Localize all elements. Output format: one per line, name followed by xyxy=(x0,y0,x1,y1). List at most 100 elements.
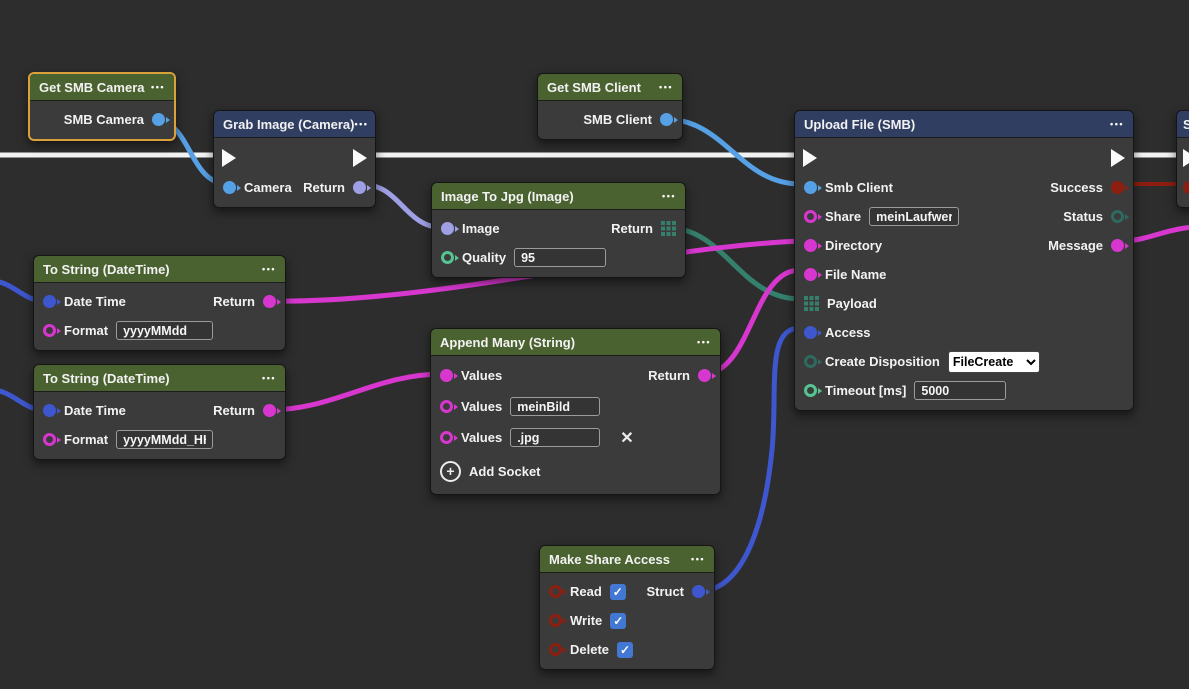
output-socket-struct[interactable] xyxy=(692,585,705,598)
ellipsis-menu-icon[interactable]: ••• xyxy=(355,119,369,129)
input-label-image: Image xyxy=(462,221,500,236)
input-socket-directory[interactable] xyxy=(804,239,817,252)
format-input[interactable] xyxy=(116,321,213,340)
input-socket-quality[interactable] xyxy=(441,251,454,264)
share-input[interactable] xyxy=(869,207,959,226)
node-header[interactable]: To String (DateTime) ••• xyxy=(34,256,285,283)
ellipsis-menu-icon[interactable]: ••• xyxy=(691,554,705,564)
ellipsis-menu-icon[interactable]: ••• xyxy=(151,82,165,92)
node-title: Make Share Access xyxy=(549,552,670,567)
input-socket-read[interactable] xyxy=(549,585,562,598)
input-label-payload: Payload xyxy=(827,296,877,311)
input-socket-delete[interactable] xyxy=(549,643,562,656)
node-header[interactable]: Get SMB Camera ••• xyxy=(30,74,174,101)
input-label-share: Share xyxy=(825,209,861,224)
payload-grid-socket-icon[interactable] xyxy=(804,296,819,311)
input-socket-values-2[interactable] xyxy=(440,400,453,413)
exec-out-pin[interactable] xyxy=(353,149,367,167)
input-label-smb-client: Smb Client xyxy=(825,180,893,195)
values-3-input[interactable] xyxy=(510,428,600,447)
write-checkbox[interactable]: ✓ xyxy=(610,613,626,629)
input-socket-smb-client[interactable] xyxy=(804,181,817,194)
node-header[interactable]: Grab Image (Camera) ••• xyxy=(214,111,375,138)
input-socket[interactable] xyxy=(1183,181,1189,194)
exec-in-pin[interactable] xyxy=(222,149,236,167)
wire-date-values xyxy=(268,374,443,410)
input-socket-access[interactable] xyxy=(804,326,817,339)
ellipsis-menu-icon[interactable]: ••• xyxy=(662,191,676,201)
input-socket-format[interactable] xyxy=(43,433,56,446)
input-socket-create-disposition[interactable] xyxy=(804,355,817,368)
ellipsis-menu-icon[interactable]: ••• xyxy=(262,373,276,383)
exec-out-pin[interactable] xyxy=(1111,149,1125,167)
node-header[interactable]: Image To Jpg (Image) ••• xyxy=(432,183,685,210)
output-label-smb-client: SMB Client xyxy=(583,112,652,127)
node-title: Image To Jpg (Image) xyxy=(441,189,574,204)
input-socket-write[interactable] xyxy=(549,614,562,627)
timeout-input[interactable] xyxy=(914,381,1006,400)
add-socket-button[interactable]: Add Socket xyxy=(469,464,541,479)
node-title: Grab Image (Camera) xyxy=(223,117,355,132)
output-socket-smb-camera[interactable] xyxy=(152,113,165,126)
bytes-grid-socket-icon[interactable] xyxy=(661,221,676,236)
node-append-many[interactable]: Append Many (String) ••• Values Return V… xyxy=(430,328,721,495)
node-graph-canvas[interactable]: Get SMB Camera ••• SMB Camera Grab Image… xyxy=(0,0,1189,689)
output-socket-return[interactable] xyxy=(698,369,711,382)
output-socket-message[interactable] xyxy=(1111,239,1124,252)
node-get-smb-camera[interactable]: Get SMB Camera ••• SMB Camera xyxy=(28,72,176,141)
ellipsis-menu-icon[interactable]: ••• xyxy=(1110,119,1124,129)
node-image-to-jpg[interactable]: Image To Jpg (Image) ••• Image Return Qu… xyxy=(431,182,686,278)
input-label-read: Read xyxy=(570,584,602,599)
read-checkbox[interactable]: ✓ xyxy=(610,584,626,600)
input-label-write: Write xyxy=(570,613,602,628)
output-socket-status[interactable] xyxy=(1111,210,1124,223)
input-label-values-3: Values xyxy=(461,430,502,445)
node-title: Get SMB Client xyxy=(547,80,641,95)
output-socket-return[interactable] xyxy=(263,404,276,417)
wire-smb-client xyxy=(665,119,800,184)
quality-input[interactable] xyxy=(514,248,606,267)
add-socket-icon[interactable]: + xyxy=(440,461,461,482)
exec-in-pin[interactable] xyxy=(803,149,817,167)
input-socket-values-1[interactable] xyxy=(440,369,453,382)
input-socket-camera[interactable] xyxy=(223,181,236,194)
input-socket-values-3[interactable] xyxy=(440,431,453,444)
values-2-input[interactable] xyxy=(510,397,600,416)
input-socket-image[interactable] xyxy=(441,222,454,235)
node-header[interactable]: To String (DateTime) ••• xyxy=(34,365,285,392)
input-socket-format[interactable] xyxy=(43,324,56,337)
node-header[interactable]: Upload File (SMB) ••• xyxy=(795,111,1133,138)
node-get-smb-client[interactable]: Get SMB Client ••• SMB Client xyxy=(537,73,683,140)
output-socket-smb-client[interactable] xyxy=(660,113,673,126)
remove-socket-icon[interactable]: ✕ xyxy=(620,428,633,448)
input-socket-share[interactable] xyxy=(804,210,817,223)
exec-in-pin[interactable] xyxy=(1183,149,1189,167)
node-make-share-access[interactable]: Make Share Access ••• Read ✓ Struct Writ… xyxy=(539,545,715,670)
node-grab-image[interactable]: Grab Image (Camera) ••• Camera Return xyxy=(213,110,376,208)
node-to-string-datetime-1[interactable]: To String (DateTime) ••• Date Time Retur… xyxy=(33,255,286,351)
node-partial-right[interactable]: S xyxy=(1176,110,1189,208)
delete-checkbox[interactable]: ✓ xyxy=(617,642,633,658)
input-socket-file-name[interactable] xyxy=(804,268,817,281)
node-upload-file[interactable]: Upload File (SMB) ••• Smb Client Success xyxy=(794,110,1134,411)
input-label-quality: Quality xyxy=(462,250,506,265)
format-input[interactable] xyxy=(116,430,213,449)
node-header[interactable]: Make Share Access ••• xyxy=(540,546,714,573)
ellipsis-menu-icon[interactable]: ••• xyxy=(262,264,276,274)
node-header[interactable]: Get SMB Client ••• xyxy=(538,74,682,101)
input-socket-date-time[interactable] xyxy=(43,295,56,308)
ellipsis-menu-icon[interactable]: ••• xyxy=(659,82,673,92)
node-header[interactable]: S xyxy=(1177,111,1189,138)
ellipsis-menu-icon[interactable]: ••• xyxy=(697,337,711,347)
input-label-format: Format xyxy=(64,432,108,447)
create-disposition-select[interactable]: FileCreate xyxy=(948,351,1040,373)
node-to-string-datetime-2[interactable]: To String (DateTime) ••• Date Time Retur… xyxy=(33,364,286,460)
node-header[interactable]: Append Many (String) ••• xyxy=(431,329,720,356)
output-socket-return[interactable] xyxy=(263,295,276,308)
output-label-message: Message xyxy=(1048,238,1103,253)
output-socket-success[interactable] xyxy=(1111,181,1124,194)
output-label-smb-camera: SMB Camera xyxy=(64,112,144,127)
input-socket-timeout[interactable] xyxy=(804,384,817,397)
input-socket-date-time[interactable] xyxy=(43,404,56,417)
output-socket-return[interactable] xyxy=(353,181,366,194)
